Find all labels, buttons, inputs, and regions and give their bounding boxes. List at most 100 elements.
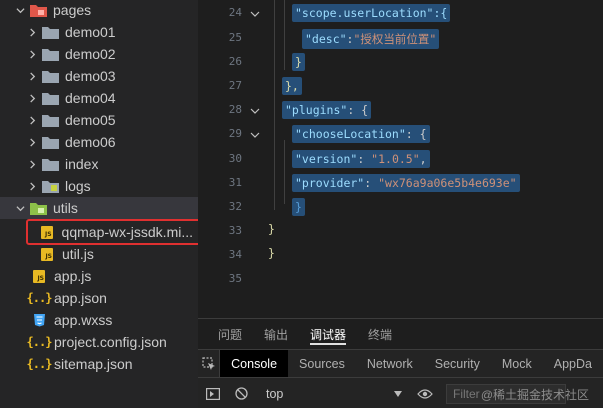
code-line-24: "scope.userLocation":{ bbox=[292, 4, 451, 22]
json-file-icon: {..} bbox=[26, 335, 53, 349]
chevron-right-icon bbox=[26, 180, 38, 192]
chevron-right-icon bbox=[26, 48, 38, 60]
line-number: 35 bbox=[228, 272, 242, 285]
tree-label: util.js bbox=[62, 246, 94, 262]
inspect-element-icon[interactable] bbox=[198, 349, 221, 378]
folder-icon bbox=[42, 92, 59, 105]
context-value: top bbox=[266, 386, 284, 401]
tree-folder-demo04[interactable]: demo04 bbox=[0, 87, 198, 109]
tree-label: logs bbox=[65, 178, 91, 194]
tree-folder-logs[interactable]: logs bbox=[0, 175, 198, 197]
indent-guide bbox=[274, 0, 275, 210]
tree-folder-utils[interactable]: utils bbox=[0, 197, 198, 219]
tree-file-project-config[interactable]: {..} project.config.json bbox=[0, 331, 198, 353]
folder-pages-icon bbox=[30, 4, 47, 17]
line-number: 28 bbox=[228, 103, 242, 116]
context-selector[interactable]: top bbox=[266, 387, 408, 401]
line-number: 30 bbox=[228, 152, 242, 165]
chevron-right-icon bbox=[26, 70, 38, 82]
tree-folder-demo02[interactable]: demo02 bbox=[0, 43, 198, 65]
devtools-tab-appdata[interactable]: AppDa bbox=[543, 350, 603, 378]
tree-label: demo02 bbox=[65, 46, 116, 62]
tree-folder-demo06[interactable]: demo06 bbox=[0, 131, 198, 153]
line-number: 26 bbox=[228, 55, 242, 68]
tree-label: app.wxss bbox=[54, 312, 113, 328]
dropdown-arrow-icon bbox=[394, 390, 402, 397]
tree-file-util-js[interactable]: JS util.js bbox=[0, 243, 198, 265]
bottom-panel: 问题 输出 调试器 终端 Console Sources Network Sec… bbox=[198, 318, 603, 408]
sidebar-toggle-icon[interactable] bbox=[198, 378, 228, 408]
devtools-tab-security[interactable]: Security bbox=[424, 350, 491, 378]
panel-tab-bar: 问题 输出 调试器 终端 bbox=[198, 319, 603, 349]
tree-folder-demo05[interactable]: demo05 bbox=[0, 109, 198, 131]
wxss-file-icon bbox=[32, 313, 46, 327]
tree-label: demo03 bbox=[65, 68, 116, 84]
tree-label: project.config.json bbox=[54, 334, 167, 350]
code-line-30: "version": "1.0.5", bbox=[292, 150, 430, 168]
code-line-33: } bbox=[268, 222, 275, 236]
tab-problems[interactable]: 问题 bbox=[218, 319, 242, 349]
folder-icon bbox=[42, 136, 59, 149]
folder-icon bbox=[42, 70, 59, 83]
chevron-right-icon bbox=[26, 92, 38, 104]
tree-file-app-js[interactable]: JS app.js bbox=[0, 265, 198, 287]
code-line-25: "desc":"授权当前位置" bbox=[302, 29, 440, 49]
tree-label: demo04 bbox=[65, 90, 116, 106]
tree-folder-demo03[interactable]: demo03 bbox=[0, 65, 198, 87]
tab-terminal[interactable]: 终端 bbox=[368, 319, 392, 349]
code-line-29: "chooseLocation": { bbox=[292, 125, 430, 143]
tree-file-sitemap[interactable]: {..} sitemap.json bbox=[0, 353, 198, 375]
tree-label: app.json bbox=[54, 290, 107, 306]
line-number: 25 bbox=[228, 31, 242, 44]
devtools-tab-console[interactable]: Console bbox=[220, 349, 289, 378]
code-line-32: } bbox=[292, 198, 305, 216]
watermark-text: @稀土掘金技术社区 bbox=[480, 388, 589, 402]
tree-label: demo01 bbox=[65, 24, 116, 40]
chevron-down-icon bbox=[14, 4, 26, 16]
console-toolbar: top Filter @稀土掘金技术社区 bbox=[198, 377, 603, 408]
tree-label: utils bbox=[53, 200, 78, 216]
chevron-right-icon bbox=[26, 26, 38, 38]
fold-chevron-icon[interactable] bbox=[250, 103, 260, 114]
json-file-icon: {..} bbox=[26, 357, 53, 371]
tree-file-app-json[interactable]: {..} app.json bbox=[0, 287, 198, 309]
tree-file-app-wxss[interactable]: app.wxss bbox=[0, 309, 198, 331]
fold-chevron-icon[interactable] bbox=[250, 127, 260, 138]
devtools-tab-bar: Console Sources Network Security Mock Ap… bbox=[198, 349, 603, 378]
folder-icon bbox=[42, 48, 59, 61]
eye-icon[interactable] bbox=[408, 388, 442, 399]
folder-utils-icon bbox=[30, 202, 47, 215]
tab-output[interactable]: 输出 bbox=[264, 319, 288, 349]
line-number: 32 bbox=[228, 200, 242, 213]
line-number: 31 bbox=[228, 176, 242, 189]
fold-chevron-icon[interactable] bbox=[250, 6, 260, 17]
clear-console-icon[interactable] bbox=[228, 378, 254, 408]
tree-folder-demo01[interactable]: demo01 bbox=[0, 21, 198, 43]
folder-icon bbox=[42, 158, 59, 171]
tree-label: app.js bbox=[54, 268, 92, 284]
line-number: 33 bbox=[228, 224, 242, 237]
folder-logs-icon bbox=[42, 180, 59, 193]
line-number: 24 bbox=[228, 6, 242, 19]
devtools-tab-network[interactable]: Network bbox=[356, 350, 424, 378]
file-explorer: pages demo01 demo02 demo03 demo04 demo05… bbox=[0, 0, 198, 408]
chevron-right-icon bbox=[26, 158, 38, 170]
tree-folder-pages[interactable]: pages bbox=[0, 0, 198, 21]
json-file-icon: {..} bbox=[26, 291, 53, 305]
devtools-tab-mock[interactable]: Mock bbox=[491, 350, 543, 378]
devtools-tab-sources[interactable]: Sources bbox=[288, 350, 356, 378]
tree-label: demo06 bbox=[65, 134, 116, 150]
tree-label: index bbox=[65, 156, 99, 172]
code-editor[interactable]: 24 "scope.userLocation":{ 25 "desc":"授权当… bbox=[198, 0, 603, 318]
tab-debugger[interactable]: 调试器 bbox=[310, 319, 347, 349]
red-highlight-annotation bbox=[26, 219, 198, 245]
js-file-icon: JS bbox=[40, 247, 54, 261]
indent-guide bbox=[284, 140, 285, 204]
code-line-26: } bbox=[292, 53, 305, 71]
chevron-right-icon bbox=[26, 136, 38, 148]
code-line-28: "plugins": { bbox=[282, 101, 372, 119]
code-line-27: }, bbox=[282, 77, 302, 95]
tree-folder-index[interactable]: index bbox=[0, 153, 198, 175]
tree-label: pages bbox=[53, 2, 92, 18]
chevron-right-icon bbox=[26, 114, 38, 126]
